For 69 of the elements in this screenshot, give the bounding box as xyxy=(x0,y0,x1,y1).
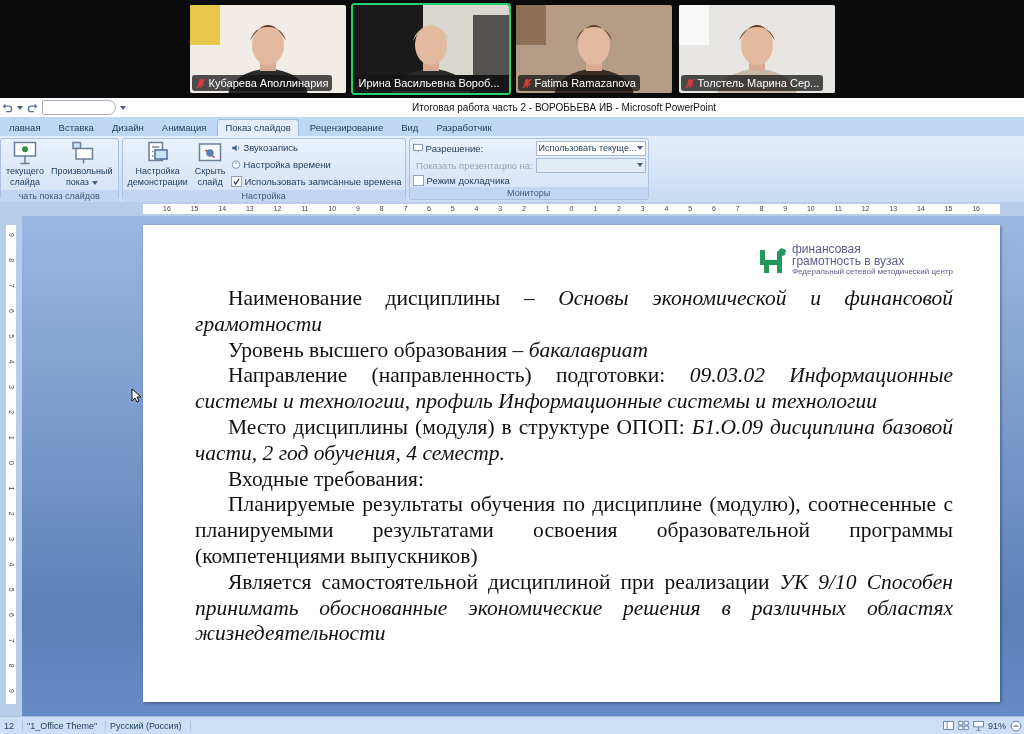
ribbon-tab[interactable]: Вид xyxy=(394,120,426,136)
checkbox-label: Использовать записанные времена xyxy=(244,175,402,187)
ribbon-tab[interactable]: Анимация xyxy=(154,120,214,136)
language-label: Русский (Россия) xyxy=(106,720,191,731)
logo-caption: Федеральный сетевой методический центр xyxy=(792,267,953,276)
checkbox[interactable] xyxy=(412,174,424,186)
field-label: Показать презентацию на: xyxy=(416,159,533,171)
combo-field[interactable] xyxy=(42,100,116,115)
participant-name: Кубарева Аполлинария xyxy=(208,77,329,89)
logo-text: финансовая xyxy=(792,243,862,255)
window-title: Итоговая работа часть 2 - ВОРОБЬЕВА ИВ - Microsoft PowerPoint xyxy=(412,102,717,113)
ribbon-button[interactable]: Настройка времени xyxy=(230,159,402,170)
participant-name: Толстель Марина Сер... xyxy=(697,77,820,89)
zoom-out-icon xyxy=(1010,719,1022,732)
normal-view-icon xyxy=(943,720,954,731)
checkmark-icon xyxy=(232,177,240,185)
slide-paragraph: Является самостоятельной дисциплиной при реализации УК 9/10 Способен принимать обоснованные экономические решения в различных областях жизнедеятельности xyxy=(195,569,953,648)
logo-text: грамотность в вузах xyxy=(792,255,906,267)
ribbon-button[interactable]: Настройка демонстрации xyxy=(125,140,190,189)
slide-paragraph: Направление (направленность) подготовки: 09.03.02 Информационные системы и технологии, профиль Информационные системы и технологии xyxy=(195,363,953,415)
video-tile[interactable]: Ирина Васильевна Вороб... xyxy=(350,3,511,95)
speaker-icon xyxy=(230,142,241,153)
field-label: Разрешение: xyxy=(425,142,484,154)
group-label: чать показ слайдов xyxy=(1,190,118,202)
muted-microphone-icon xyxy=(684,77,695,89)
participant-name: Fatima Ramazanova xyxy=(534,77,636,89)
dog-logo-icon xyxy=(758,245,788,274)
ribbon-button[interactable]: Скрыть слайд xyxy=(192,140,228,189)
caret-icon xyxy=(17,105,23,110)
ribbon-tab[interactable]: Показ слайдов xyxy=(217,119,299,136)
caret-icon xyxy=(636,146,643,150)
redo-icon xyxy=(27,102,38,113)
muted-microphone-icon xyxy=(521,77,532,89)
ribbon-tab[interactable]: Рецензирование xyxy=(302,120,391,136)
projector-screen-icon xyxy=(69,141,94,165)
checkbox-label: Режим докладчика xyxy=(426,174,510,186)
ribbon-tab[interactable]: Дизайн xyxy=(104,120,151,136)
video-tile[interactable]: Fatima Ramazanova xyxy=(513,3,674,95)
ribbon-button[interactable]: Произвольный показ xyxy=(48,140,115,189)
stopwatch-icon xyxy=(230,159,241,170)
slide-paragraph: Место дисциплины (модуля) в структуре ОПОП: Б1.О.09 дисциплина базовой части, 2 год обучения, 4 семестр. xyxy=(195,415,953,467)
group-label: Мониторы xyxy=(409,187,648,199)
muted-microphone-icon xyxy=(195,77,206,89)
ribbon-tab[interactable]: Разработчик xyxy=(429,120,499,136)
video-tile[interactable]: Толстель Марина Сер... xyxy=(676,3,837,95)
projector-screen-icon xyxy=(13,141,37,165)
dropdown-field[interactable]: Использовать текуще... xyxy=(535,140,646,156)
participant-name: Ирина Васильевна Вороб... xyxy=(358,77,500,89)
zoom-level: 91% xyxy=(988,720,1006,731)
mouse-pointer-icon xyxy=(131,388,141,403)
caret-icon xyxy=(636,163,643,167)
ribbon-tab[interactable]: лавная xyxy=(2,120,48,136)
video-tile[interactable]: Кубарева Аполлинария xyxy=(187,3,348,95)
undo-icon xyxy=(2,102,13,113)
ribbon-button[interactable]: Звукозапись xyxy=(230,142,402,154)
slideshow-icon xyxy=(973,720,984,731)
checkbox[interactable] xyxy=(230,175,242,187)
slide-paragraph: Входные требования: xyxy=(227,466,425,493)
monitor-icon xyxy=(412,143,423,153)
slide-number: 12 xyxy=(0,720,23,731)
slide-sorter-icon xyxy=(958,720,969,731)
ribbon-button[interactable]: текущего слайда xyxy=(4,140,46,189)
group-label: Настройка xyxy=(122,190,405,202)
ribbon-tab[interactable]: Вставка xyxy=(51,120,101,136)
theme-name: "1_Office Theme" xyxy=(23,720,107,731)
caret-icon xyxy=(120,105,126,110)
dropdown-field[interactable] xyxy=(535,157,646,173)
slide-paragraph: Уровень высшего образования – бакалавриат xyxy=(227,337,649,364)
slide-paragraph: Планируемые результаты обучения по дисциплине (модулю), соотнесенные с планируемыми результатами освоения образовательной программы (компетенциями выпускников) xyxy=(195,492,953,570)
